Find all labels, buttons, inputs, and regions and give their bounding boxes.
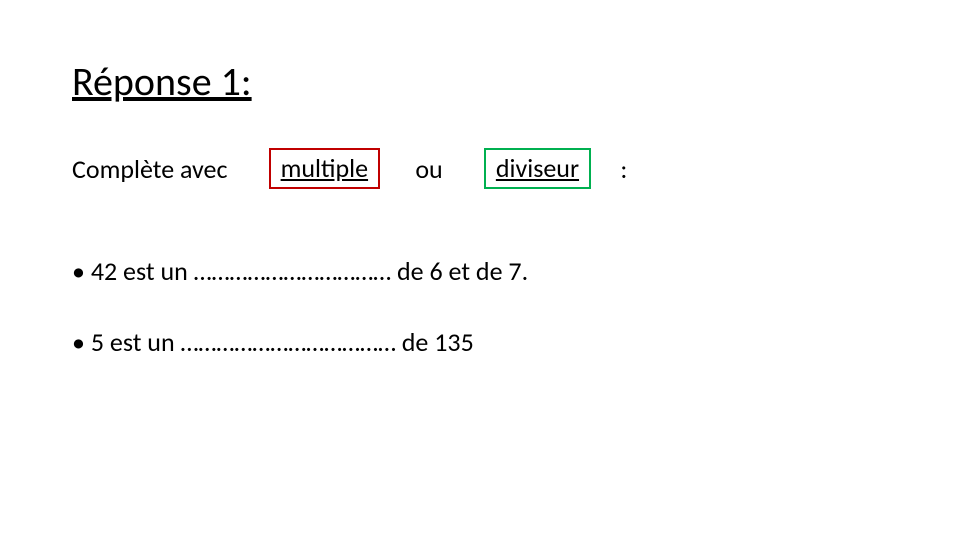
bullet-line-1: • 42 est un …………………………… de 6 et de 7. (72, 255, 528, 287)
word-multiple-box: multiple (269, 148, 380, 189)
bullet-line-2: • 5 est un ……………………………… de 135 (72, 326, 474, 358)
instruction-or: ou (380, 153, 484, 185)
instruction-prefix: Complète avec (72, 153, 269, 185)
word-diviseur-box: diviseur (484, 148, 591, 189)
instruction-row: Complète avec multiple ou diviseur : (72, 148, 627, 189)
heading: Réponse 1: (72, 57, 252, 106)
instruction-suffix: : (591, 153, 627, 185)
